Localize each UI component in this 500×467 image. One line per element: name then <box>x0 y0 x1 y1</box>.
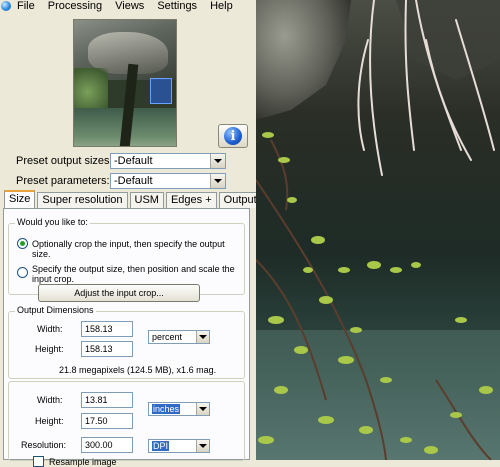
resolution-field[interactable]: 300.00 <box>81 437 133 453</box>
resample-label: Resample image <box>49 457 117 467</box>
size-tab-panel: Would you like to: Optionally crop the i… <box>3 208 250 467</box>
menu-help[interactable]: Help <box>210 0 233 12</box>
physical-height-field[interactable]: 17.50 <box>81 413 133 429</box>
output-width-label: Width: <box>37 324 63 334</box>
info-button[interactable]: i <box>218 124 248 148</box>
preview-image[interactable] <box>256 0 500 460</box>
output-dimensions-group: Output Dimensions Width: 158.13 Height: … <box>8 305 245 379</box>
chevron-down-icon[interactable] <box>196 403 209 415</box>
menu-bar: File Processing Views Settings Help <box>0 0 256 12</box>
resolution-unit-value: DPI <box>152 441 170 451</box>
output-dimensions-title: Output Dimensions <box>15 305 96 315</box>
resample-checkbox[interactable] <box>33 456 44 467</box>
tab-super-resolution[interactable]: Super resolution <box>37 192 128 208</box>
crop-first-label: Optionally crop the input, then specify … <box>32 239 225 259</box>
output-size-info: 21.8 megapixels (124.5 MB), x1.6 mag. <box>59 365 217 375</box>
output-height-field[interactable]: 158.13 <box>81 341 133 357</box>
resolution-label: Resolution: <box>21 440 67 450</box>
physical-size-group: Width: 13.81 Height: 17.50 inches Resolu… <box>8 381 245 467</box>
tab-strip: Size Super resolution USM Edges + Output <box>4 190 264 208</box>
chevron-down-icon[interactable] <box>196 331 209 343</box>
output-unit-select[interactable]: percent <box>148 330 210 344</box>
chevron-down-icon[interactable] <box>196 440 209 452</box>
preset-parameters-label: Preset parameters: <box>16 175 110 187</box>
preset-parameters-value: -Default <box>114 175 153 187</box>
menu-views[interactable]: Views <box>115 0 144 12</box>
size-first-label: Specify the output size, then position a… <box>32 264 235 284</box>
menu-settings[interactable]: Settings <box>157 0 197 12</box>
menu-processing[interactable]: Processing <box>48 0 102 12</box>
tab-usm[interactable]: USM <box>129 192 164 208</box>
physical-width-label: Width: <box>37 395 63 405</box>
app-icon[interactable] <box>1 1 11 11</box>
crop-options-title: Would you like to: <box>15 217 90 227</box>
chevron-down-icon[interactable] <box>210 154 225 168</box>
physical-height-label: Height: <box>35 416 64 426</box>
preview-photo <box>256 0 500 460</box>
physical-width-field[interactable]: 13.81 <box>81 392 133 408</box>
physical-unit-select[interactable]: inches <box>148 402 210 416</box>
crop-first-radio[interactable] <box>17 238 28 249</box>
menu-file[interactable]: File <box>17 0 35 12</box>
preset-output-sizes-label: Preset output sizes: <box>16 155 113 167</box>
preset-output-sizes-select[interactable]: -Default <box>110 153 226 169</box>
tab-size[interactable]: Size <box>4 190 36 208</box>
preset-parameters-select[interactable]: -Default <box>110 173 226 189</box>
adjust-input-crop-button[interactable]: Adjust the input crop... <box>38 284 200 302</box>
output-width-field[interactable]: 158.13 <box>81 321 133 337</box>
size-first-radio[interactable] <box>17 267 28 278</box>
view-selection-rectangle[interactable] <box>150 78 172 104</box>
tab-edges[interactable]: Edges + <box>165 192 217 208</box>
chevron-down-icon[interactable] <box>210 174 225 188</box>
preset-output-sizes-value: -Default <box>114 155 153 167</box>
output-height-label: Height: <box>35 344 64 354</box>
control-panel: i Preset output sizes: -Default Preset p… <box>0 12 262 467</box>
physical-unit-value: inches <box>152 404 181 414</box>
info-icon: i <box>224 127 242 145</box>
output-unit-value: percent <box>152 332 183 342</box>
navigator-thumbnail[interactable] <box>73 19 177 147</box>
resolution-unit-select[interactable]: DPI <box>148 439 210 453</box>
